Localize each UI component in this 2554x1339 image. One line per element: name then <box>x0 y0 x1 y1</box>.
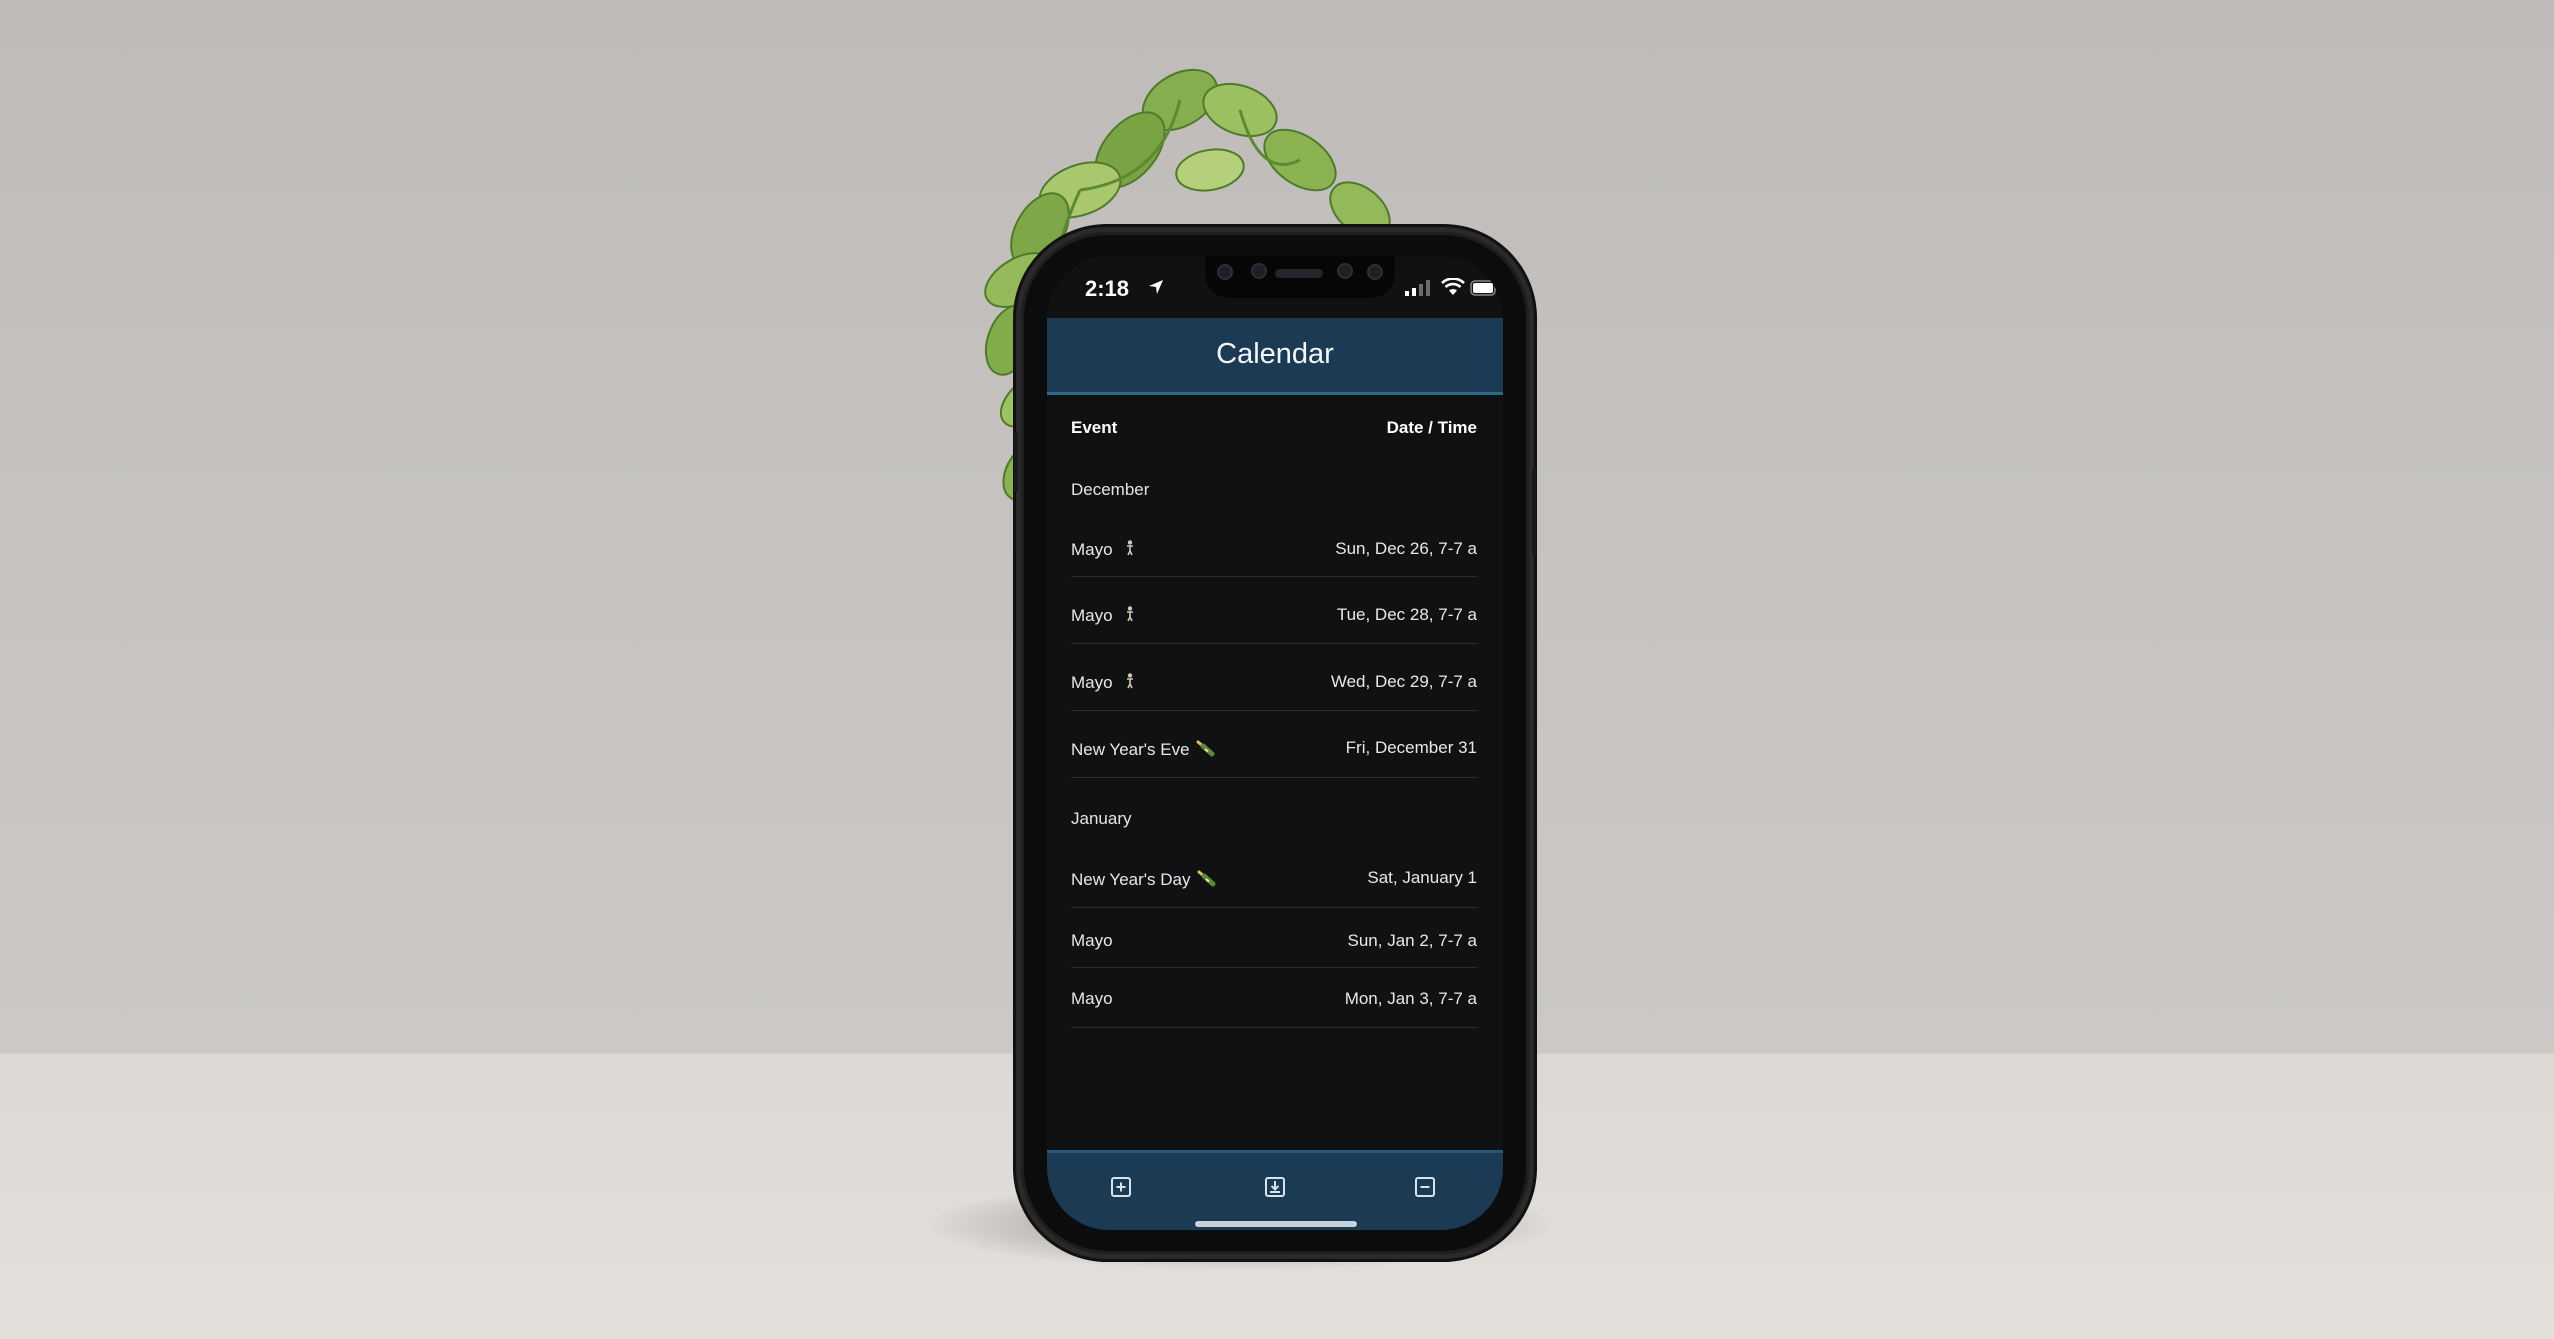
person-standing-icon <box>1127 540 1134 556</box>
home-indicator[interactable] <box>1195 1221 1357 1227</box>
phone-screen: 2:18 Calendar Event Date / Time December… <box>1047 256 1503 1230</box>
event-row[interactable]: New Year's Day Sat, January 1 <box>1071 841 1477 908</box>
event-name: New Year's Day <box>1071 870 1191 889</box>
phone-side-button <box>1532 467 1536 557</box>
remove-square-icon[interactable] <box>1413 1175 1437 1199</box>
person-standing-icon <box>1127 606 1134 622</box>
month-heading: December <box>1071 480 1150 499</box>
event-date: Sun, Jan 2, 7-7 a <box>1347 931 1477 950</box>
event-name: Mayo <box>1071 540 1113 559</box>
event-row[interactable]: Mayo Sun, Jan 2, 7-7 a <box>1071 908 1477 968</box>
add-square-icon[interactable] <box>1109 1175 1133 1199</box>
phone-device: 2:18 Calendar Event Date / Time December… <box>1014 232 1536 1254</box>
month-heading: January <box>1071 809 1132 828</box>
event-date: Fri, December 31 <box>1345 738 1477 757</box>
status-time: 2:18 <box>1085 276 1130 301</box>
event-row[interactable]: New Year's Eve Fri, December 31 <box>1071 711 1477 778</box>
person-standing-icon <box>1127 673 1134 689</box>
bottom-toolbar <box>1047 1150 1503 1230</box>
sensor-icon <box>1217 264 1233 280</box>
sensor-icon <box>1367 264 1383 280</box>
location-arrow-icon <box>1149 280 1163 294</box>
wifi-icon <box>1441 278 1465 295</box>
cellular-signal-icon <box>1405 280 1430 296</box>
event-row[interactable]: Mayo Mon, Jan 3, 7-7 a <box>1071 968 1477 1028</box>
event-date: Wed, Dec 29, 7-7 a <box>1330 672 1477 691</box>
speaker-grille <box>1275 269 1323 278</box>
column-header-date-time: Date / Time <box>1386 418 1477 437</box>
event-name: New Year's Eve <box>1071 740 1190 759</box>
champagne-bottle-icon <box>1196 740 1215 757</box>
event-date: Tue, Dec 28, 7-7 a <box>1336 605 1477 624</box>
column-header-event: Event <box>1071 418 1118 437</box>
event-row[interactable]: Mayo Sun, Dec 26, 7-7 a <box>1071 510 1477 577</box>
phone-side-button <box>1014 432 1018 492</box>
phone-notch <box>1205 256 1395 298</box>
camera-icon <box>1337 263 1353 279</box>
event-row[interactable]: Mayo Wed, Dec 29, 7-7 a <box>1071 644 1477 711</box>
event-date: Sun, Dec 26, 7-7 a <box>1335 539 1477 558</box>
battery-icon <box>1470 280 1499 296</box>
event-row[interactable]: Mayo Tue, Dec 28, 7-7 a <box>1071 577 1477 644</box>
download-square-icon[interactable] <box>1263 1175 1287 1199</box>
event-name: Mayo <box>1071 931 1113 950</box>
column-header-row: Event Date / Time <box>1071 418 1477 442</box>
page-title: Calendar <box>1216 338 1334 370</box>
event-date: Mon, Jan 3, 7-7 a <box>1344 989 1477 1008</box>
event-name: Mayo <box>1071 673 1113 692</box>
camera-icon <box>1251 263 1267 279</box>
champagne-bottle-icon <box>1197 870 1216 887</box>
event-name: Mayo <box>1071 606 1113 625</box>
event-date: Sat, January 1 <box>1367 868 1477 887</box>
app-header: Calendar <box>1047 318 1503 395</box>
event-name: Mayo <box>1071 989 1113 1008</box>
